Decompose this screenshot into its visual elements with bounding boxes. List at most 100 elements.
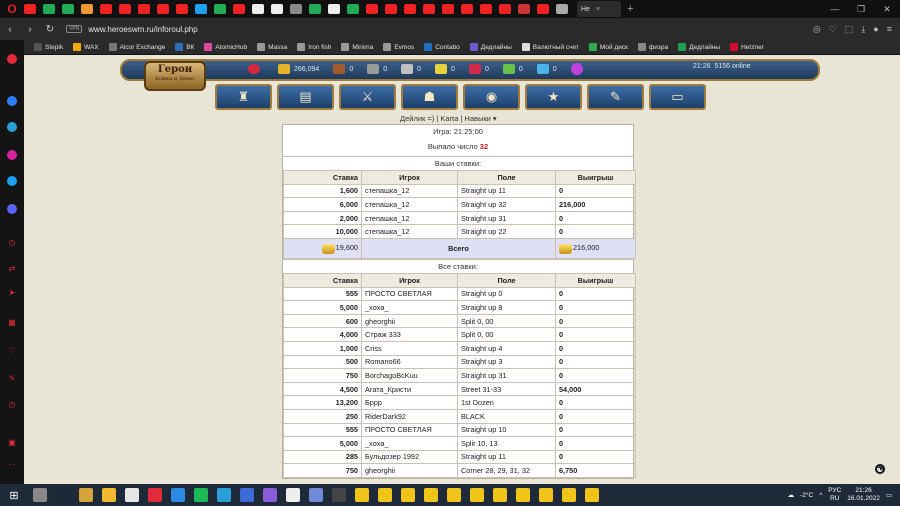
- tab-favicon-icon[interactable]: [24, 4, 36, 14]
- tab-favicon-icon[interactable]: [100, 4, 112, 14]
- castle-nav-button[interactable]: ♜: [215, 84, 272, 110]
- reload-icon[interactable]: ↻: [40, 24, 60, 35]
- player-cell[interactable]: ПРОСТО СВЕТЛАЯ: [361, 286, 458, 302]
- player-cell[interactable]: степашка_12: [361, 183, 458, 199]
- instagram-icon[interactable]: [7, 150, 17, 160]
- player-cell[interactable]: степашка_12: [361, 224, 458, 239]
- player-cell[interactable]: _xoxa_: [361, 436, 458, 451]
- tab-favicon-icon[interactable]: [556, 4, 568, 14]
- bookmark-item[interactable]: Evmos: [383, 43, 414, 51]
- map-nav-button[interactable]: ▤: [277, 84, 334, 110]
- tab-favicon-icon[interactable]: [423, 4, 435, 14]
- tab-favicon-icon[interactable]: [271, 4, 283, 14]
- bookmark-item[interactable]: Валютный счет: [521, 43, 579, 51]
- tab-favicon-icon[interactable]: [461, 4, 473, 14]
- player-cell[interactable]: степашка_12: [361, 197, 458, 212]
- active-tab[interactable]: Не ×: [577, 1, 621, 17]
- tab-favicon-icon[interactable]: [157, 4, 169, 14]
- vpn-badge[interactable]: VPN: [66, 25, 83, 33]
- scroll-nav-button[interactable]: ✎: [587, 84, 644, 110]
- bookmark-item[interactable]: WAX: [73, 43, 99, 51]
- rating-nav-button[interactable]: ★: [525, 84, 582, 110]
- tab-favicon-icon[interactable]: [290, 4, 302, 14]
- player-cell[interactable]: gheorghii: [361, 463, 458, 478]
- bookmark-item[interactable]: AtomicHub: [204, 43, 247, 51]
- edit-icon[interactable]: ✎: [6, 374, 18, 383]
- app-d-icon[interactable]: [516, 488, 530, 502]
- app-d-icon[interactable]: [562, 488, 576, 502]
- tab-favicon-icon[interactable]: [195, 4, 207, 14]
- player-cell[interactable]: Romano66: [361, 354, 458, 370]
- tab-favicon-icon[interactable]: [366, 4, 378, 14]
- chat-nav-button[interactable]: ▭: [649, 84, 706, 110]
- twitter-icon[interactable]: [7, 176, 17, 186]
- tab-favicon-icon[interactable]: [81, 4, 93, 14]
- bookmark-item[interactable]: Stepik: [34, 43, 63, 51]
- telegram-icon[interactable]: [7, 122, 17, 132]
- player-cell[interactable]: _xoxa_: [361, 300, 458, 315]
- opera-icon[interactable]: [148, 488, 162, 502]
- player-cell[interactable]: Бульдозер 1992: [361, 449, 458, 465]
- close-tab-icon[interactable]: ×: [596, 6, 600, 13]
- download-icon[interactable]: ⤓: [861, 24, 865, 35]
- tavern-nav-button[interactable]: ☗: [401, 84, 458, 110]
- task-view-icon[interactable]: [33, 488, 47, 502]
- tab-favicon-icon[interactable]: [252, 4, 264, 14]
- app-icon[interactable]: [309, 488, 323, 502]
- player-cell[interactable]: BorchagoBcKuu: [361, 368, 458, 383]
- flow-icon[interactable]: ⇄: [6, 264, 18, 273]
- weather-icon[interactable]: ☁: [788, 491, 795, 499]
- messenger-icon[interactable]: [7, 96, 17, 106]
- tab-favicon-icon[interactable]: [309, 4, 321, 14]
- tab-favicon-icon[interactable]: [214, 4, 226, 14]
- app-d-icon[interactable]: [378, 488, 392, 502]
- opera-o-icon[interactable]: [7, 54, 17, 64]
- tab-favicon-icon[interactable]: [176, 4, 188, 14]
- maximize-icon[interactable]: ❐: [848, 0, 874, 18]
- player-cell[interactable]: Страж 333: [361, 327, 458, 342]
- extensions-icon[interactable]: ⬚: [845, 24, 854, 35]
- back-icon[interactable]: ‹: [0, 24, 20, 35]
- bookmark-item[interactable]: Дедлайны: [678, 43, 720, 51]
- tab-favicon-icon[interactable]: [385, 4, 397, 14]
- battle-nav-button[interactable]: ⚔: [339, 84, 396, 110]
- edge-icon[interactable]: [171, 488, 185, 502]
- tray-arrow-icon[interactable]: ^: [819, 492, 822, 499]
- tab-favicon-icon[interactable]: [499, 4, 511, 14]
- tab-favicon-icon[interactable]: [518, 4, 530, 14]
- app-d-icon[interactable]: [585, 488, 599, 502]
- tool-icon[interactable]: [240, 488, 254, 502]
- bookmark-item[interactable]: Massa: [257, 43, 287, 51]
- player-cell[interactable]: степашка_12: [361, 210, 458, 226]
- box-icon[interactable]: ▣: [6, 438, 18, 447]
- heart-icon[interactable]: ♡: [6, 346, 18, 355]
- notifications-icon[interactable]: ▭: [886, 491, 892, 499]
- profile-icon[interactable]: ●: [873, 24, 878, 34]
- bookmark-item[interactable]: Дедлайны: [469, 43, 512, 51]
- history-icon[interactable]: ◷: [6, 238, 18, 247]
- tab-favicon-icon[interactable]: [62, 4, 74, 14]
- player-cell[interactable]: RiderDark92: [361, 408, 458, 424]
- send-icon[interactable]: ➤: [6, 288, 18, 297]
- binance-icon[interactable]: [102, 488, 116, 502]
- bookmark-item[interactable]: Minima: [341, 43, 373, 51]
- tab-favicon-icon[interactable]: [442, 4, 454, 14]
- more-icon[interactable]: …: [6, 458, 18, 467]
- new-tab-icon[interactable]: +: [627, 3, 633, 15]
- clock-icon[interactable]: ◷: [6, 400, 18, 409]
- sub-navigation[interactable]: Дейлик =) | Karta | Навыки ▾: [400, 114, 497, 123]
- player-cell[interactable]: Criss: [361, 340, 458, 356]
- tab-favicon-icon[interactable]: [480, 4, 492, 14]
- player-cell[interactable]: Бррр: [361, 395, 458, 410]
- discord-icon[interactable]: [7, 204, 17, 214]
- steam-icon[interactable]: [56, 488, 70, 502]
- bookmark-item[interactable]: Iron fish: [297, 43, 331, 51]
- heart-icon[interactable]: ♡: [829, 24, 837, 35]
- tab-favicon-icon[interactable]: [138, 4, 150, 14]
- bookmark-item[interactable]: Мой диск: [588, 43, 628, 51]
- taskbar-clock[interactable]: 21:26 16.01.2022: [847, 487, 880, 503]
- opera-menu-icon[interactable]: O: [0, 0, 24, 18]
- player-cell[interactable]: gheorghii: [361, 313, 458, 329]
- notepad-icon[interactable]: [286, 488, 300, 502]
- yinyang-icon[interactable]: ☯: [874, 463, 886, 475]
